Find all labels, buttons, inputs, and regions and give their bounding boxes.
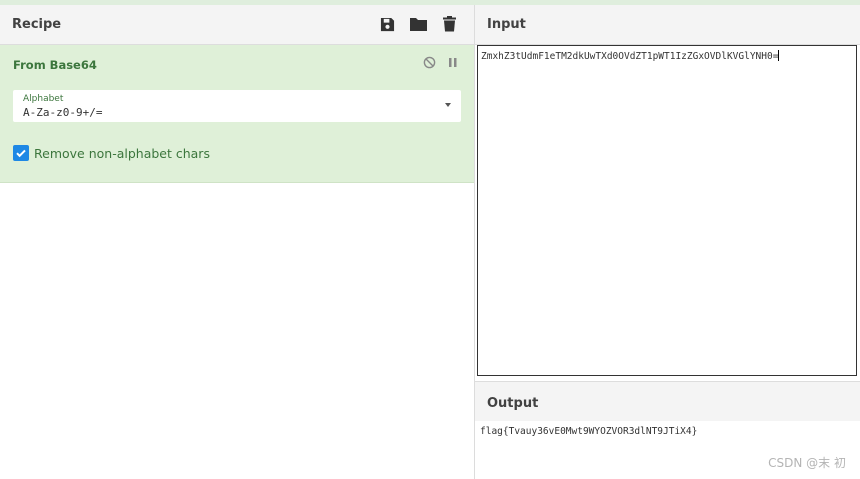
save-icon[interactable] — [378, 15, 396, 33]
output-text: flag{Tvauy36vE0Mwt9WYOZVOR3dlNT9JTiX4} — [480, 426, 698, 437]
recipe-panel: Recipe From Base64 Alphabet A-Za-z0-9+/=… — [0, 5, 475, 479]
recipe-header: Recipe — [0, 5, 474, 45]
input-textarea[interactable]: ZmxhZ3tUdmF1eTM2dkUwTXd0OVdZT1pWT1IzZGxO… — [477, 45, 857, 376]
recipe-toolbar — [378, 15, 458, 33]
operation-from-base64: From Base64 Alphabet A-Za-z0-9+/= Remove… — [0, 45, 474, 183]
operation-title: From Base64 — [13, 58, 97, 72]
disable-icon[interactable] — [423, 56, 436, 69]
text-cursor — [778, 50, 780, 61]
alphabet-value: A-Za-z0-9+/= — [23, 106, 103, 119]
operation-controls — [423, 56, 458, 69]
checkbox-checked-icon[interactable] — [13, 145, 29, 161]
output-header: Output — [475, 381, 860, 422]
checkbox-label: Remove non-alphabet chars — [34, 145, 210, 161]
input-header: Input — [475, 5, 860, 45]
alphabet-label: Alphabet — [23, 94, 64, 104]
pause-icon[interactable] — [448, 57, 458, 68]
folder-icon[interactable] — [409, 15, 427, 33]
output-title: Output — [487, 396, 539, 411]
chevron-down-icon — [445, 103, 451, 107]
watermark: CSDN @末 初 — [768, 456, 846, 470]
recipe-title: Recipe — [12, 17, 62, 32]
input-text: ZmxhZ3tUdmF1eTM2dkUwTXd0OVdZT1pWT1IzZGxO… — [481, 50, 780, 62]
remove-non-alphabet-checkbox[interactable]: Remove non-alphabet chars — [13, 145, 210, 161]
alphabet-select[interactable]: Alphabet A-Za-z0-9+/= — [13, 90, 461, 122]
input-title: Input — [487, 17, 526, 32]
trash-icon[interactable] — [440, 15, 458, 33]
